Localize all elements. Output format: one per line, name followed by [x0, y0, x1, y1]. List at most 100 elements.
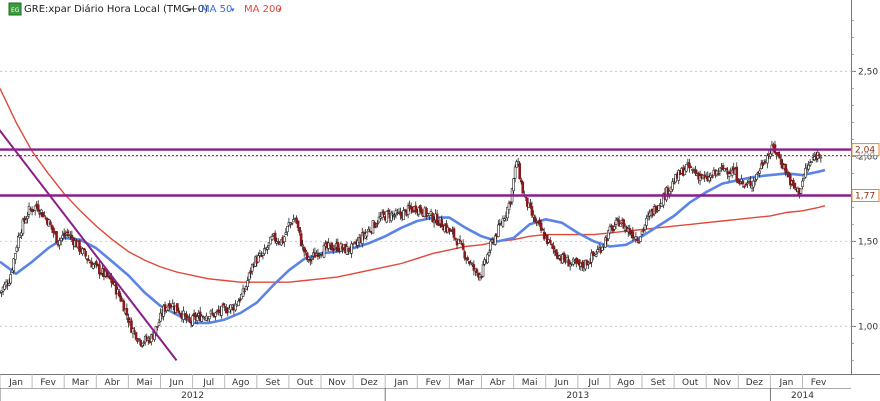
candle-down — [458, 239, 462, 242]
x-tick-label: Jun — [554, 378, 569, 388]
candle-up — [26, 215, 29, 219]
x-tick-label: Dez — [361, 378, 378, 388]
x-tick-label: Abr — [105, 378, 121, 388]
candle-up — [402, 210, 405, 221]
candle-up — [220, 305, 223, 316]
y-tick-label: 2,50 — [858, 67, 878, 77]
candle-up — [12, 258, 16, 271]
x-tick-label: Jul — [587, 378, 599, 388]
candle-up — [17, 235, 20, 249]
candle-up — [157, 322, 161, 326]
year-label: 2014 — [791, 391, 814, 401]
x-tick-label: Fev — [40, 378, 56, 388]
candle-up — [241, 288, 245, 297]
candle-down — [738, 182, 742, 185]
candle-up — [307, 256, 311, 260]
candle-up — [640, 230, 644, 235]
candle-up — [766, 155, 769, 164]
candle-up — [493, 235, 497, 245]
candle-up — [140, 345, 144, 347]
x-tick-label: Mar — [457, 378, 474, 388]
candle-up — [486, 254, 489, 263]
candle-up — [137, 338, 141, 340]
candle-up — [33, 205, 37, 211]
price-badge-label: 1,77 — [855, 192, 875, 202]
legend-ma200[interactable]: MA 200 — [244, 4, 282, 15]
candle-down — [273, 232, 277, 242]
candle-up — [810, 161, 813, 163]
candle-up — [247, 272, 251, 280]
candle-up — [310, 257, 314, 260]
candle-down — [724, 168, 728, 170]
candle-down — [353, 241, 356, 244]
candle-up — [257, 255, 260, 263]
candle-up — [807, 165, 810, 170]
candle-up — [59, 237, 63, 242]
legend-ma50[interactable]: MA 50 — [201, 4, 232, 15]
candle-up — [7, 283, 11, 286]
candle-down — [530, 206, 534, 216]
year-label: 2012 — [181, 391, 204, 401]
candle-down — [518, 163, 522, 180]
x-tick-label: Ago — [617, 378, 635, 388]
x-tick-label: Out — [297, 378, 314, 388]
candle-down — [125, 308, 129, 316]
candle-down — [631, 231, 635, 239]
candle-up — [568, 263, 572, 267]
candle-down — [296, 220, 300, 229]
candle-down — [735, 166, 739, 181]
candle-down — [431, 212, 434, 223]
candle-down — [741, 180, 745, 185]
x-tick-label: Jan — [393, 378, 408, 388]
candle-down — [156, 326, 159, 328]
candle-down — [637, 241, 641, 244]
candle-up — [365, 231, 369, 237]
legend-dropdown-icon[interactable]: ▾ — [188, 6, 192, 14]
candle-up — [657, 205, 661, 211]
candle-up — [351, 242, 355, 245]
candle-down — [98, 264, 101, 275]
candle-down — [744, 183, 748, 186]
x-tick-label: Mai — [522, 378, 538, 388]
candle-down — [717, 173, 720, 175]
candle-up — [645, 217, 648, 226]
candle-up — [616, 218, 619, 220]
candle-down — [636, 238, 639, 241]
ma50-dropdown-icon[interactable]: ▾ — [231, 6, 235, 14]
candle-up — [99, 273, 103, 276]
candle-down — [463, 251, 466, 259]
candle-down — [753, 180, 757, 183]
candle-down — [373, 221, 376, 229]
candle-down — [762, 162, 766, 165]
x-tick-label: Jan — [779, 378, 794, 388]
ma200-dropdown-icon[interactable]: ▾ — [278, 6, 282, 14]
candle-down — [238, 298, 242, 302]
candle-down — [276, 241, 280, 243]
candle-up — [594, 254, 598, 257]
candle-up — [801, 180, 804, 187]
candle-up — [286, 226, 289, 233]
candle-up — [284, 232, 288, 235]
x-tick-label: Jan — [8, 378, 23, 388]
legend-symbol-title[interactable]: GRE:xpar Diário Hora Local (TMG+0) — [24, 3, 208, 15]
candle-up — [24, 219, 28, 224]
candle-down — [784, 163, 787, 174]
candle-up — [512, 178, 515, 192]
candle-up — [497, 224, 500, 237]
candle-up — [9, 274, 12, 284]
candle-down — [139, 339, 142, 346]
candle-down — [82, 248, 86, 251]
candle-down — [386, 210, 390, 212]
candle-up — [746, 182, 749, 185]
candle-up — [403, 208, 407, 211]
candle-up — [142, 342, 145, 345]
candle-down — [550, 243, 554, 246]
candle-down — [43, 215, 46, 217]
candle-down — [588, 262, 592, 265]
candle-down — [84, 251, 87, 257]
x-tick-label: Fev — [426, 378, 442, 388]
candle-up — [64, 234, 68, 236]
candle-down — [689, 166, 693, 169]
candle-down — [555, 249, 558, 256]
candle-down — [605, 238, 609, 242]
